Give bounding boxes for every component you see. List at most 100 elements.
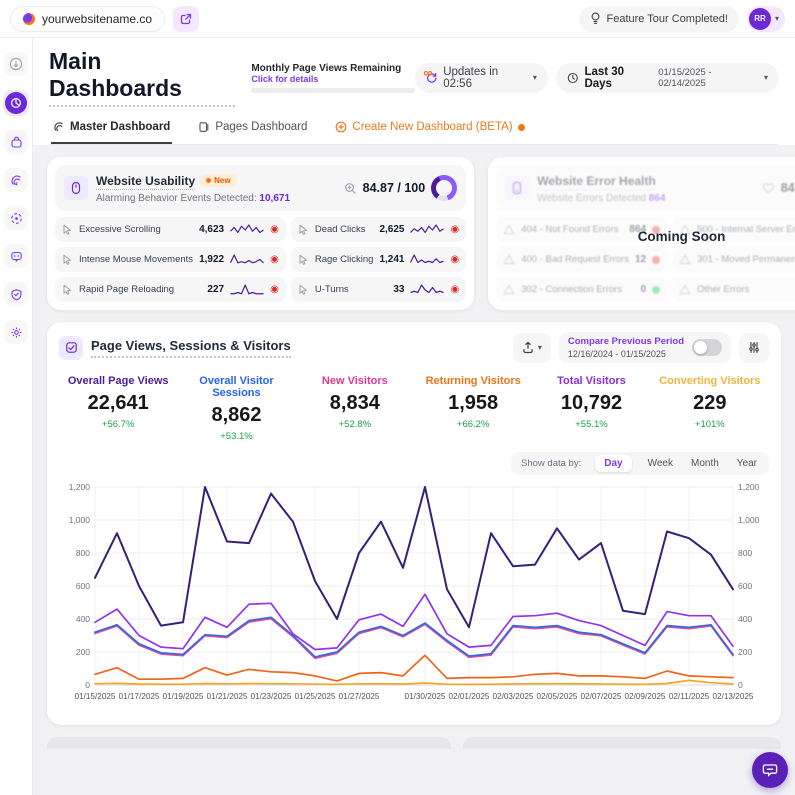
plus-circle-icon bbox=[335, 121, 347, 133]
site-url-field[interactable]: yourwebsitename.co bbox=[10, 6, 165, 32]
usability-metric-cell[interactable]: Dead Clicks 2,625 ◉ bbox=[291, 217, 466, 242]
kpi-metric[interactable]: Total Visitors10,792+55.1% bbox=[532, 375, 650, 442]
status-dot bbox=[652, 256, 660, 264]
kpi-metric[interactable]: Returning Visitors1,958+66.2% bbox=[414, 375, 532, 442]
sidebar-item-privacy[interactable] bbox=[4, 282, 28, 306]
svg-text:0: 0 bbox=[85, 680, 90, 690]
series-returning-visitors bbox=[95, 655, 733, 681]
usability-metric-cell[interactable]: Rapid Page Reloading227◉ bbox=[55, 277, 286, 302]
tab-create-new-dashboard[interactable]: Create New Dashboard (BETA) bbox=[333, 119, 526, 144]
feature-tour-button[interactable]: Feature Tour Completed! bbox=[579, 6, 739, 32]
metric-label: Excessive Scrolling bbox=[79, 224, 193, 235]
record-dot-icon[interactable]: ◉ bbox=[270, 285, 279, 295]
tab-pages-dashboard[interactable]: Pages Dashboard bbox=[196, 119, 309, 144]
error-metric-cell: 302 - Connection Errors0 bbox=[496, 277, 667, 302]
chat-face-icon bbox=[10, 250, 23, 263]
error-label: 400 - Bad Request Errors bbox=[521, 254, 629, 265]
shield-check-icon bbox=[10, 288, 23, 301]
monthly-details-link[interactable]: Click for details bbox=[251, 74, 414, 84]
warning-triangle-icon bbox=[679, 254, 691, 265]
feature-tour-label: Feature Tour Completed! bbox=[607, 13, 728, 25]
series-converting-visitors bbox=[95, 680, 733, 684]
record-dot-icon[interactable]: ◉ bbox=[450, 285, 459, 295]
granularity-day[interactable]: Day bbox=[595, 455, 631, 472]
errors-count: 864 bbox=[649, 193, 666, 204]
usability-title[interactable]: Website Usability bbox=[96, 174, 195, 190]
record-dot-icon[interactable]: ◉ bbox=[270, 225, 279, 235]
chevron-down-icon: ▾ bbox=[533, 73, 537, 82]
svg-text:1,000: 1,000 bbox=[69, 515, 91, 525]
sparkline bbox=[230, 224, 264, 236]
kpi-delta: +56.7% bbox=[59, 419, 177, 430]
kpi-label: Converting Visitors bbox=[651, 375, 769, 387]
svg-text:02/09/2025: 02/09/2025 bbox=[625, 692, 666, 701]
user-menu[interactable]: RR ▾ bbox=[747, 6, 785, 32]
granularity-year[interactable]: Year bbox=[735, 455, 759, 472]
sidebar-item-dashboards[interactable] bbox=[3, 90, 29, 116]
date-range-button[interactable]: Last 30 Days 01/15/2025 - 02/14/2025 ▾ bbox=[556, 63, 779, 93]
support-chat-button[interactable] bbox=[752, 752, 788, 788]
sidebar-item-collapse[interactable] bbox=[4, 52, 28, 76]
sidebar-item-feedback[interactable] bbox=[4, 244, 28, 268]
kpi-value: 10,792 bbox=[532, 392, 650, 415]
tab-master-dashboard[interactable]: Master Dashboard bbox=[51, 119, 172, 144]
kpi-value: 229 bbox=[651, 392, 769, 415]
usability-metric-cell[interactable]: Excessive Scrolling4,623◉ bbox=[55, 217, 286, 242]
kpi-metric[interactable]: Overall Visitor Sessions8,862+53.1% bbox=[177, 375, 295, 442]
record-dot-icon[interactable]: ◉ bbox=[450, 255, 459, 265]
open-site-button[interactable] bbox=[173, 6, 199, 32]
svg-text:02/13/2025: 02/13/2025 bbox=[713, 692, 754, 701]
kpi-metric[interactable]: Overall Page Views22,641+56.7% bbox=[59, 375, 177, 442]
updates-timer-button[interactable]: Updates in 02:56 ▾ bbox=[415, 63, 548, 93]
panel-title[interactable]: Page Views, Sessions & Visitors bbox=[91, 338, 291, 358]
error-health-score: 84 / 100 bbox=[781, 181, 795, 195]
kpi-metric[interactable]: New Visitors8,834+52.8% bbox=[296, 375, 414, 442]
svg-text:1,200: 1,200 bbox=[738, 482, 760, 492]
svg-text:400: 400 bbox=[76, 614, 90, 624]
metrics-row: Overall Page Views22,641+56.7%Overall Vi… bbox=[59, 375, 769, 442]
metric-label: Dead Clicks bbox=[315, 224, 374, 235]
record-dot-icon[interactable]: ◉ bbox=[270, 255, 279, 265]
dashboard-tabs: Master Dashboard Pages Dashboard Create … bbox=[49, 119, 779, 145]
sidebar-item-recordings[interactable] bbox=[4, 168, 28, 192]
kpi-delta: +53.1% bbox=[177, 431, 295, 442]
sidebar-item-settings[interactable] bbox=[4, 320, 28, 344]
kpi-metric[interactable]: Converting Visitors229+101% bbox=[651, 375, 769, 442]
svg-text:02/03/2025: 02/03/2025 bbox=[493, 692, 534, 701]
sidebar-item-products[interactable] bbox=[4, 130, 28, 154]
updates-label: Updates in 02:56 bbox=[443, 66, 527, 90]
svg-text:0: 0 bbox=[738, 680, 743, 690]
dashboard-donut-icon bbox=[5, 92, 27, 114]
metric-value: 2,625 bbox=[379, 224, 404, 235]
usability-metrics-grid: Excessive Scrolling4,623◉ Dead Clicks 2,62… bbox=[55, 217, 466, 302]
chart-check-icon bbox=[59, 336, 83, 360]
kpi-value: 8,834 bbox=[296, 392, 414, 415]
chart-settings-button[interactable] bbox=[739, 333, 769, 363]
line-chart[interactable]: 002002004004006006008008001,0001,0001,20… bbox=[59, 479, 769, 715]
monthly-pageviews-widget[interactable]: Monthly Page Views Remaining Click for d… bbox=[251, 63, 414, 93]
sidebar-item-goals[interactable] bbox=[4, 206, 28, 230]
next-card-stub bbox=[463, 737, 781, 749]
kpi-value: 1,958 bbox=[414, 392, 532, 415]
granularity-month[interactable]: Month bbox=[689, 455, 721, 472]
metric-label: U-Turns bbox=[315, 284, 388, 295]
infinity-value: ∞ bbox=[423, 65, 432, 80]
usability-metric-cell[interactable]: Rage Clicking1,241◉ bbox=[291, 247, 466, 272]
error-health-title: Website Error Health bbox=[537, 174, 655, 190]
kpi-label: New Visitors bbox=[296, 375, 414, 387]
lightbulb-icon bbox=[590, 12, 601, 25]
target-icon bbox=[10, 212, 23, 225]
warning-triangle-icon bbox=[503, 254, 515, 265]
monthly-label: Monthly Page Views Remaining bbox=[251, 63, 414, 74]
sparkline bbox=[230, 254, 264, 266]
cursor-icon bbox=[62, 284, 73, 296]
export-button[interactable]: ▾ bbox=[513, 333, 551, 363]
record-dot-icon[interactable]: ◉ bbox=[450, 225, 459, 235]
usability-metric-cell[interactable]: Intense Mouse Movements1,922◉ bbox=[55, 247, 286, 272]
usability-metric-cell[interactable]: U-Turns33◉ bbox=[291, 277, 466, 302]
chevron-down-icon: ▾ bbox=[538, 343, 542, 352]
compare-toggle[interactable] bbox=[692, 339, 722, 356]
svg-text:02/01/2025: 02/01/2025 bbox=[449, 692, 490, 701]
fingerprint-icon bbox=[53, 121, 65, 133]
granularity-week[interactable]: Week bbox=[646, 455, 675, 472]
